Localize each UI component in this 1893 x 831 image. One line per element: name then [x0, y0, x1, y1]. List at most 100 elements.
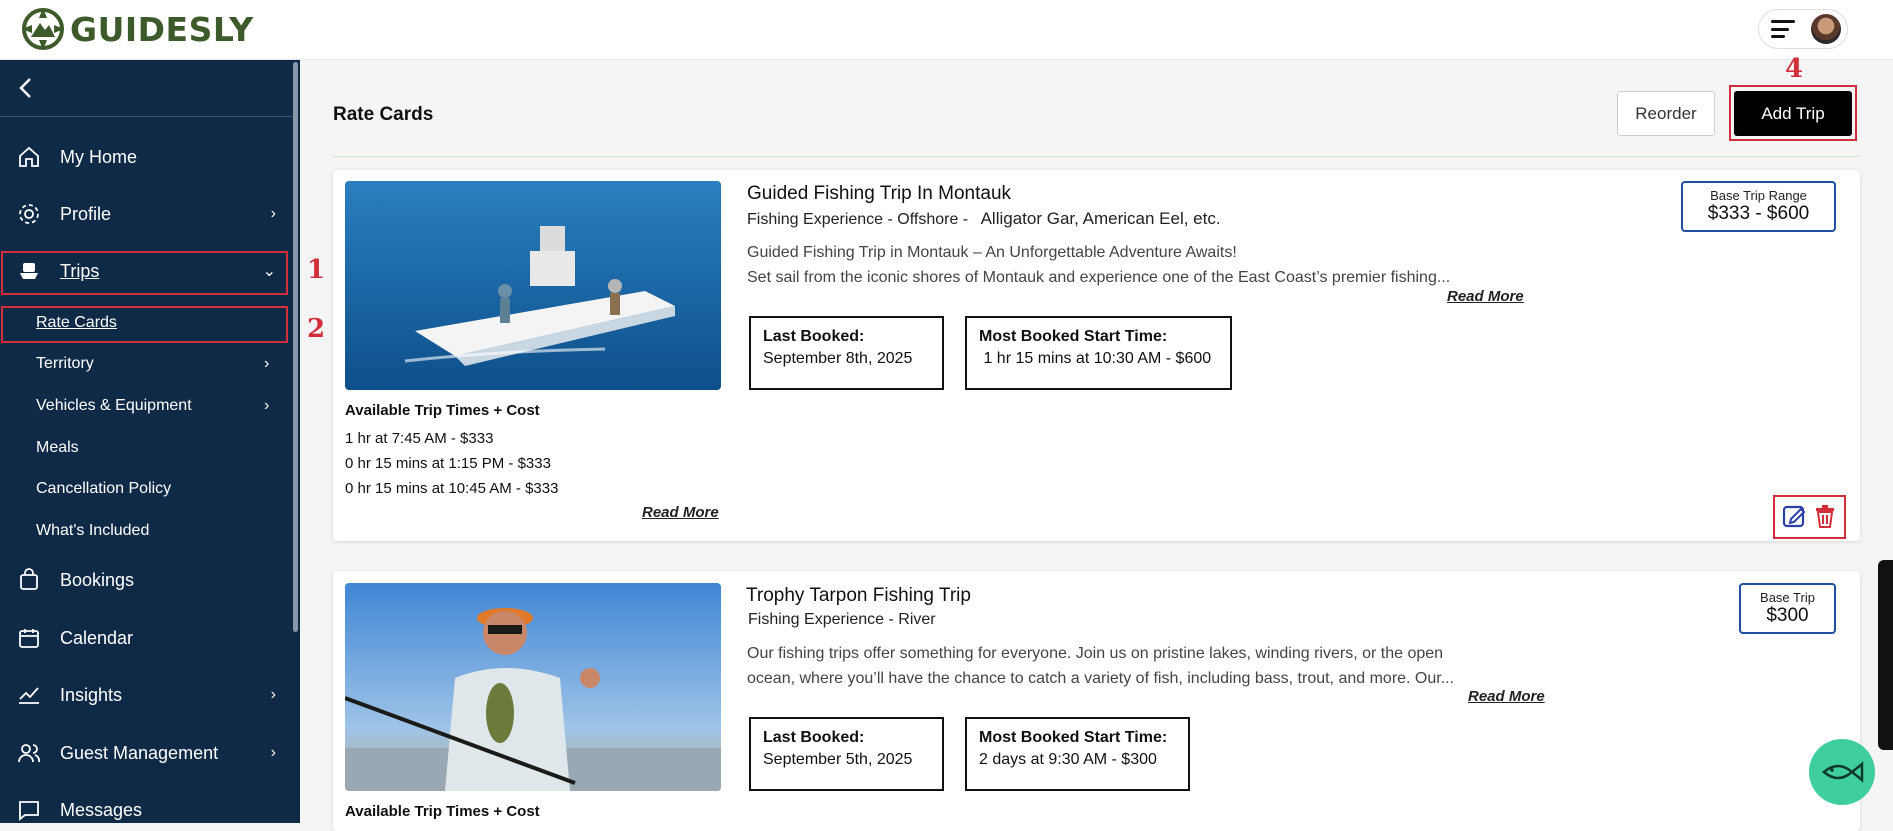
sidebar-subitem-label: Vehicles & Equipment — [36, 397, 192, 414]
chevron-right-icon: › — [264, 355, 270, 372]
chevron-right-icon: › — [270, 686, 276, 703]
description-line: Our fishing trips offer something for ev… — [747, 645, 1444, 662]
trip-title[interactable]: Trophy Tarpon Fishing Trip — [746, 585, 971, 607]
divider — [333, 156, 1860, 157]
sidebar-subitem-whats-included[interactable]: What's Included — [36, 514, 149, 548]
trip-experience: Fishing Experience - Offshore - — [747, 211, 969, 228]
times-read-more-link[interactable]: Read More — [642, 504, 719, 521]
fish-icon — [1822, 761, 1864, 783]
annotation-box-trips — [1, 251, 288, 295]
gear-icon — [16, 201, 42, 227]
sidebar-item-guest-management[interactable]: Guest Management › — [0, 730, 290, 776]
top-header: GUIDESLY — [0, 0, 1893, 60]
annotation-number: 2 — [307, 314, 326, 344]
bag-icon — [16, 567, 42, 593]
sidebar-subitem-label: Meals — [36, 439, 79, 456]
sidebar-item-bookings[interactable]: Bookings — [0, 557, 290, 603]
annotation-number: 4 — [1785, 54, 1804, 84]
collapse-sidebar-button[interactable] — [0, 60, 293, 117]
sidebar-item-profile[interactable]: Profile › — [0, 191, 290, 237]
sidebar-item-label: Messages — [60, 799, 143, 820]
chevron-left-icon — [19, 78, 31, 98]
sidebar-item-messages[interactable]: Messages — [0, 787, 290, 823]
trip-description: Our fishing trips offer something for ev… — [747, 641, 1547, 691]
trip-image — [345, 181, 721, 390]
chevron-right-icon: › — [264, 397, 270, 414]
sidebar-scrollbar[interactable] — [293, 62, 298, 632]
message-icon — [16, 797, 42, 823]
last-booked-label: Last Booked: — [763, 328, 865, 345]
trip-times-title: Available Trip Times + Cost — [345, 402, 540, 419]
sidebar-item-label: Insights — [60, 684, 123, 705]
sidebar-subitem-cancellation-policy[interactable]: Cancellation Policy — [36, 472, 171, 506]
most-booked-box: Most Booked Start Time: 2 days at 9:30 A… — [965, 717, 1190, 791]
last-booked-label: Last Booked: — [763, 729, 865, 746]
sidebar-item-label: Calendar — [60, 627, 134, 648]
sidebar-subitem-vehicles-equipment[interactable]: Vehicles & Equipment › — [36, 389, 269, 423]
sidebar-subitem-label: Territory — [36, 355, 94, 372]
sidebar-subitem-meals[interactable]: Meals — [36, 431, 79, 465]
range-value: $300 — [1766, 605, 1809, 626]
annotation-box-rate-cards — [1, 306, 288, 343]
description-line: ocean, where you’ll have the chance to c… — [747, 670, 1455, 687]
description-line: Guided Fishing Trip in Montauk – An Unfo… — [747, 244, 1237, 261]
sidebar-item-my-home[interactable]: My Home — [0, 134, 290, 180]
sidebar-item-label: Profile — [60, 203, 112, 224]
sidebar-item-label: Guest Management — [60, 742, 219, 763]
last-booked-value: September 5th, 2025 — [763, 751, 913, 768]
trip-time-row: 0 hr 15 mins at 1:15 PM - $333 — [345, 455, 551, 472]
trip-time-row: 0 hr 15 mins at 10:45 AM - $333 — [345, 480, 559, 497]
home-icon — [16, 144, 42, 170]
edit-button[interactable] — [1781, 503, 1807, 534]
user-menu-button[interactable] — [1758, 9, 1848, 49]
page-title: Rate Cards — [333, 104, 434, 125]
sidebar-subitem-territory[interactable]: Territory › — [36, 347, 269, 381]
sidebar-item-insights[interactable]: Insights › — [0, 672, 290, 718]
sidebar-item-label: Bookings — [60, 569, 135, 590]
chevron-right-icon: › — [270, 744, 276, 761]
hamburger-icon — [1771, 20, 1795, 38]
last-booked-box: Last Booked: September 8th, 2025 — [749, 316, 944, 390]
brand-name: GUIDESLY — [70, 9, 254, 49]
annotation-number: 1 — [307, 255, 326, 285]
calendar-icon — [16, 625, 42, 651]
trash-icon — [1816, 505, 1834, 528]
trip-title[interactable]: Guided Fishing Trip In Montauk — [747, 183, 1011, 205]
sidebar-subitem-label: What's Included — [36, 522, 150, 539]
users-icon — [16, 740, 42, 766]
most-booked-label: Most Booked Start Time: — [979, 729, 1168, 746]
trip-image — [345, 583, 721, 791]
avatar — [1811, 14, 1841, 44]
trip-subtitle: Fishing Experience - Offshore - Alligato… — [747, 209, 1221, 229]
sidebar-item-label: My Home — [60, 146, 138, 167]
trip-time-row: 1 hr at 7:45 AM - $333 — [345, 430, 494, 447]
read-more-link[interactable]: Read More — [1468, 688, 1545, 705]
trip-experience: Fishing Experience - River — [748, 611, 936, 628]
edit-icon — [1782, 505, 1806, 528]
range-value: $333 - $600 — [1707, 203, 1810, 224]
read-more-link[interactable]: Read More — [1447, 288, 1524, 305]
reorder-button[interactable]: Reorder — [1617, 91, 1715, 136]
sidebar-item-calendar[interactable]: Calendar — [0, 615, 290, 661]
trip-times-title: Available Trip Times + Cost — [345, 803, 540, 820]
chart-icon — [16, 682, 42, 708]
compass-logo-icon — [22, 8, 64, 50]
sidebar: My Home Profile › Trips ⌄ Rate Cards Ter… — [0, 60, 300, 823]
most-booked-label: Most Booked Start Time: — [979, 328, 1168, 345]
brand-logo[interactable]: GUIDESLY — [20, 6, 254, 52]
most-booked-value: 1 hr 15 mins at 10:30 AM - $600 — [979, 350, 1212, 367]
base-trip-badge: Base Trip $300 — [1739, 583, 1836, 634]
chat-button[interactable] — [1809, 739, 1875, 805]
delete-button[interactable] — [1813, 503, 1837, 534]
base-trip-range-badge: Base Trip Range $333 - $600 — [1681, 181, 1836, 232]
rate-card: Guided Fishing Trip In Montauk Fishing E… — [333, 170, 1860, 541]
annotation-box-add-trip — [1729, 85, 1857, 141]
rate-card: Trophy Tarpon Fishing Trip Fishing Exper… — [333, 571, 1860, 831]
range-label: Base Trip Range — [1710, 188, 1807, 203]
most-booked-box: Most Booked Start Time: 1 hr 15 mins at … — [965, 316, 1232, 390]
range-label: Base Trip — [1760, 590, 1815, 605]
description-line: Set sail from the iconic shores of Monta… — [747, 269, 1451, 286]
side-toolbar[interactable] — [1878, 560, 1893, 750]
last-booked-box: Last Booked: September 5th, 2025 — [749, 717, 944, 791]
sidebar-subitem-label: Cancellation Policy — [36, 480, 172, 497]
